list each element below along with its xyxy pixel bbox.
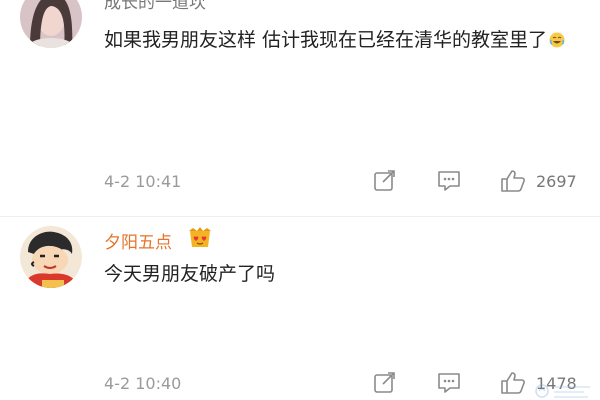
like-count: 2697 bbox=[536, 172, 577, 191]
repost-icon[interactable] bbox=[372, 371, 398, 395]
comment-icon[interactable] bbox=[436, 371, 462, 395]
like-icon[interactable] bbox=[500, 169, 526, 193]
heart-eyes-badge-icon bbox=[188, 227, 212, 249]
comment-item: 成长的一道坎 如果我男朋友这样 估计我现在已经在清华的教室里了 4-2 10:4… bbox=[0, 0, 600, 204]
comment-text-body: 如果我男朋友这样 估计我现在已经在清华的教室里了 bbox=[104, 29, 548, 51]
laugh-cry-emoji-icon bbox=[549, 26, 565, 48]
comment-username[interactable]: 夕阳五点 bbox=[104, 228, 172, 253]
comment-meta: 4-2 10:41 2697 bbox=[104, 166, 600, 196]
comment-username[interactable]: 成长的一道坎 bbox=[104, 0, 206, 13]
comment-text: 如果我男朋友这样 估计我现在已经在清华的教室里了 bbox=[104, 24, 584, 56]
like-icon[interactable] bbox=[500, 371, 526, 395]
comment-time: 4-2 10:41 bbox=[104, 172, 182, 191]
repost-icon[interactable] bbox=[372, 169, 398, 193]
avatar[interactable] bbox=[20, 226, 82, 288]
comment-divider bbox=[0, 216, 600, 217]
avatar[interactable] bbox=[20, 0, 82, 48]
comment-icon[interactable] bbox=[436, 169, 462, 193]
comment-text: 今天男朋友破产了吗 bbox=[104, 263, 276, 285]
watermark-logo bbox=[534, 382, 596, 400]
comment-time: 4-2 10:40 bbox=[104, 374, 182, 393]
comment-item: 夕阳五点 今天男朋友破产了吗 4-2 10:40 1478 bbox=[0, 218, 600, 400]
comment-meta: 4-2 10:40 1478 bbox=[104, 368, 600, 398]
